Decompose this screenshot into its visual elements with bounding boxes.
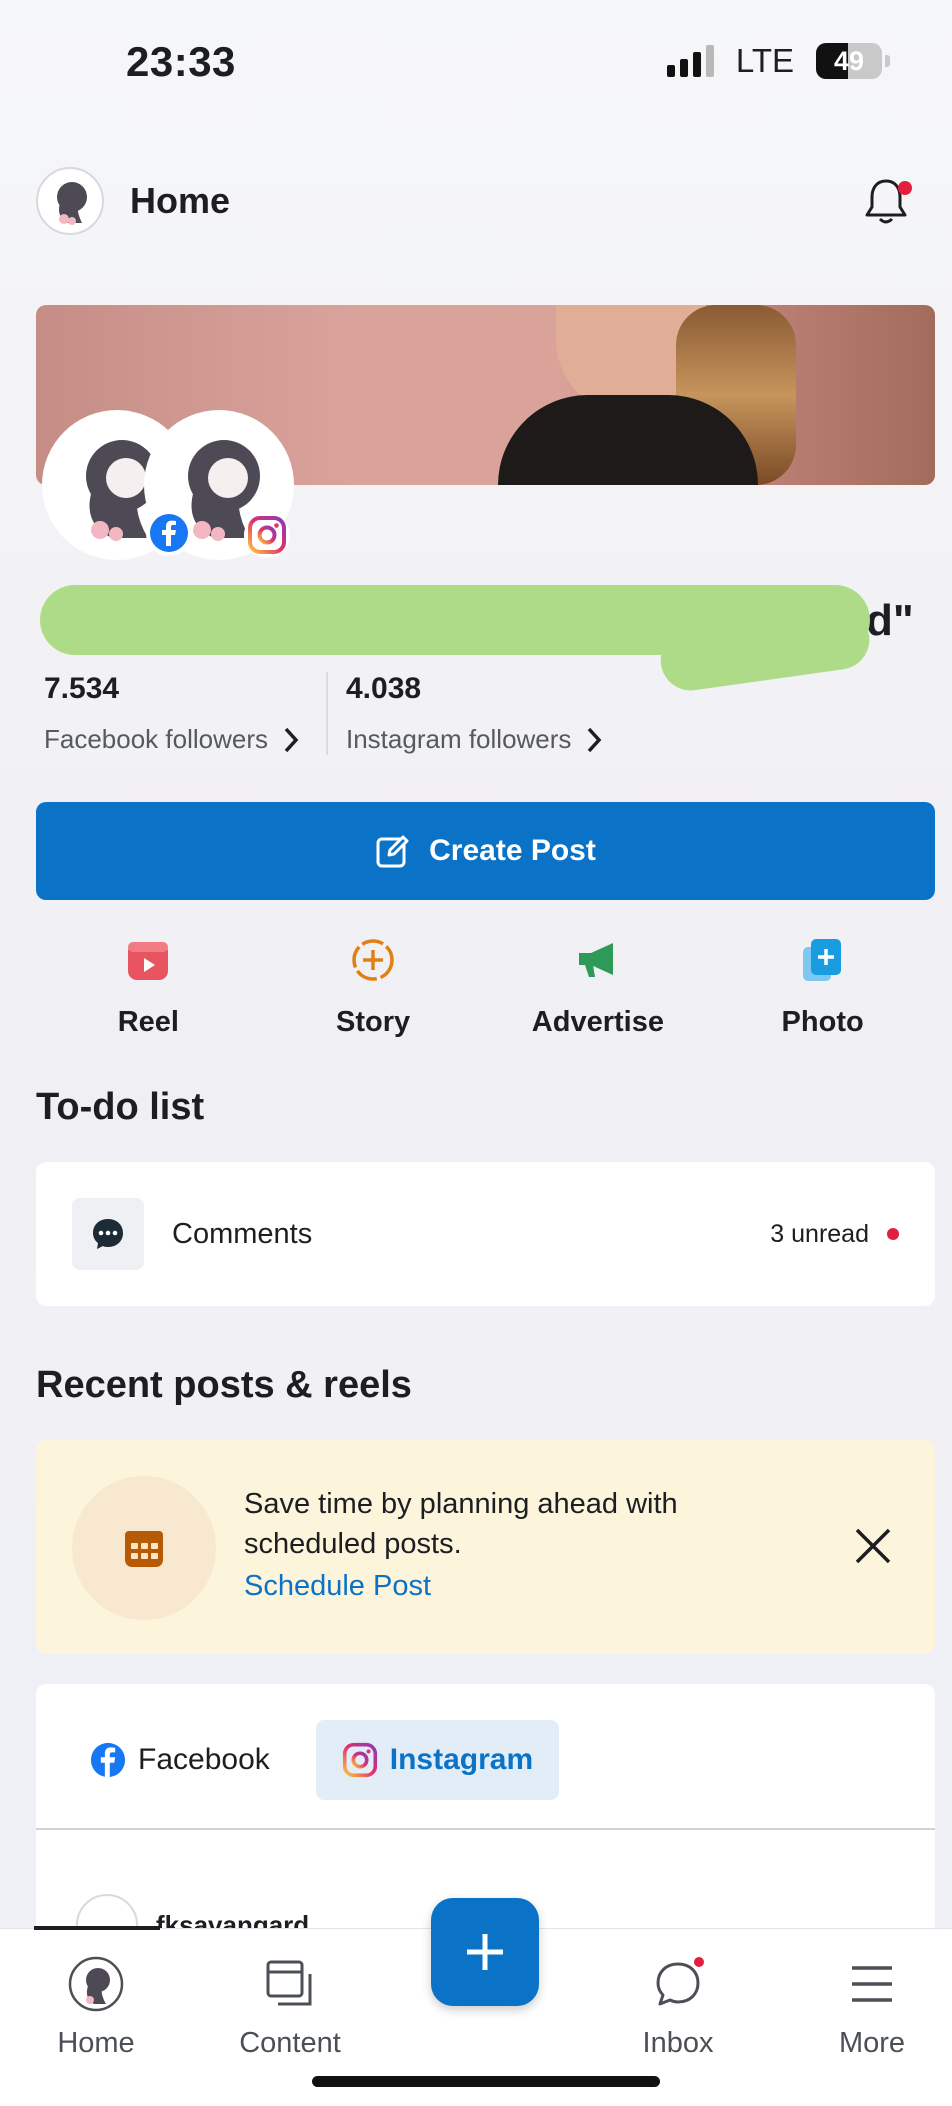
calendar-icon <box>72 1476 216 1620</box>
nav-inbox[interactable]: Inbox <box>608 1955 748 2060</box>
facebook-followers[interactable]: 7.534 Facebook followers <box>44 672 300 755</box>
todo-unread-count: 3 unread <box>770 1219 869 1248</box>
nav-home[interactable]: Home <box>26 1955 166 2060</box>
instagram-followers-count: 4.038 <box>346 672 422 705</box>
battery-icon: 49 <box>816 43 890 79</box>
instagram-badge-icon <box>244 512 290 558</box>
facebook-badge-icon <box>146 510 192 556</box>
schedule-banner: Save time by planning ahead with schedul… <box>36 1440 935 1654</box>
chat-bubble-icon <box>649 1955 707 2013</box>
bell-icon <box>865 179 907 224</box>
signal-icon <box>666 45 714 77</box>
nav-more-label: More <box>838 2027 906 2059</box>
megaphone-icon <box>574 936 622 984</box>
status-indicators: LTE 49 <box>666 42 890 80</box>
tab-facebook[interactable]: Facebook <box>64 1720 296 1800</box>
story-label: Story <box>336 1006 411 1038</box>
tabs-divider <box>36 1828 935 1830</box>
facebook-icon <box>90 1742 126 1778</box>
battery-percent: 49 <box>833 45 865 76</box>
tab-instagram-label: Instagram <box>389 1743 534 1776</box>
nav-content[interactable]: Content <box>220 1955 360 2060</box>
unread-dot <box>887 1228 899 1240</box>
top-header: Home <box>36 166 916 236</box>
create-fab-button[interactable] <box>431 1898 539 2006</box>
hamburger-menu-icon <box>843 1955 901 2013</box>
reel-button[interactable]: Reel <box>48 936 248 1039</box>
platform-tabs: Facebook Instagram <box>64 1720 560 1800</box>
instagram-followers[interactable]: 4.038 Instagram followers <box>326 672 603 755</box>
instagram-followers-label: Instagram followers <box>346 724 572 754</box>
chevron-right-icon <box>588 727 602 752</box>
close-icon <box>855 1528 891 1564</box>
home-indicator <box>312 2076 660 2087</box>
create-post-label: Create Post <box>429 834 596 867</box>
nav-inbox-label: Inbox <box>642 2027 714 2059</box>
plus-icon <box>467 1934 503 1970</box>
advertise-label: Advertise <box>531 1006 664 1038</box>
photo-button[interactable]: Photo <box>723 936 923 1039</box>
tab-instagram[interactable]: Instagram <box>315 1720 560 1800</box>
status-time: 23:33 <box>126 38 236 85</box>
photo-add-icon <box>799 936 847 984</box>
home-avatar-icon <box>67 1955 125 2013</box>
todo-comments-item[interactable]: Comments 3 unread <box>36 1162 935 1306</box>
active-tab-indicator <box>34 1926 160 1930</box>
comment-bubble-icon <box>72 1198 144 1270</box>
nav-content-label: Content <box>239 2027 341 2059</box>
photo-label: Photo <box>781 1006 864 1038</box>
network-type: LTE <box>735 42 794 79</box>
tab-facebook-label: Facebook <box>138 1743 270 1776</box>
schedule-post-link[interactable]: Schedule Post <box>244 1570 431 1603</box>
reel-label: Reel <box>117 1006 179 1038</box>
todo-comments-label: Comments <box>172 1217 313 1250</box>
todo-section-title: To-do list <box>36 1086 205 1128</box>
reel-icon <box>124 936 172 984</box>
edit-icon <box>376 835 409 868</box>
advertise-button[interactable]: Advertise <box>498 936 698 1039</box>
nav-more[interactable]: More <box>802 1955 942 2060</box>
recent-section-title: Recent posts & reels <box>36 1364 412 1406</box>
story-button[interactable]: Story <box>273 936 473 1039</box>
profile-avatar[interactable] <box>36 167 104 235</box>
chevron-right-icon <box>284 727 299 752</box>
dismiss-banner-button[interactable] <box>851 1524 895 1568</box>
quick-actions: Reel Story Advertise Photo <box>36 936 935 1039</box>
page-title: Home <box>130 180 231 221</box>
create-post-button[interactable]: Create Post <box>36 802 935 900</box>
profile-pictures <box>44 412 304 562</box>
profile-name-end: d" <box>866 596 914 645</box>
notification-dot <box>898 181 912 195</box>
instagram-icon <box>342 1742 377 1778</box>
facebook-followers-label: Facebook followers <box>44 724 268 754</box>
schedule-banner-text: Save time by planning ahead with schedul… <box>244 1488 678 1560</box>
notifications-button[interactable] <box>856 171 916 231</box>
nav-home-label: Home <box>57 2027 135 2059</box>
content-icon <box>261 1955 319 2013</box>
story-plus-icon <box>349 936 397 984</box>
facebook-followers-count: 7.534 <box>44 672 120 705</box>
follower-stats: 7.534 Facebook followers 4.038 Instagram… <box>44 672 904 755</box>
